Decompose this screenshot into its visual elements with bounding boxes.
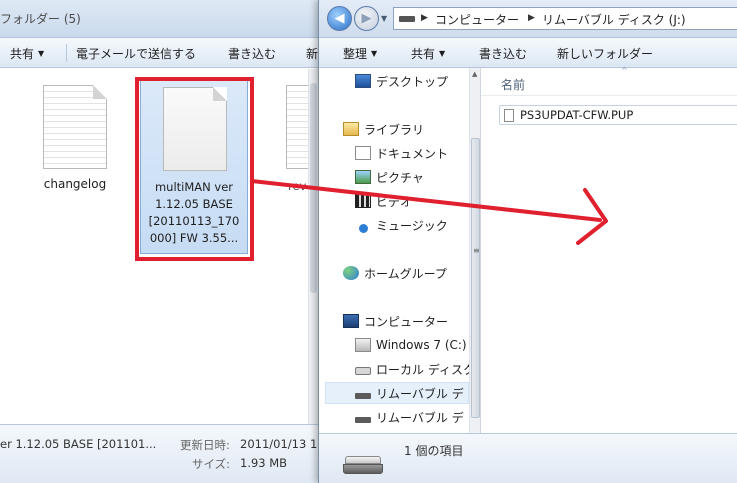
left-details-pane: er 1.12.05 BASE [201101... 更新日時: 2011/01… bbox=[0, 424, 325, 483]
size-label: サイズ: bbox=[192, 457, 231, 471]
chevron-down-icon: ▼ bbox=[439, 49, 446, 58]
removable-drive-icon bbox=[355, 416, 371, 423]
windows-drive-icon bbox=[355, 338, 371, 352]
left-command-bar: 共有 ▼ 電子メールで送信する 書き込む 新 bbox=[0, 38, 318, 68]
burn-button[interactable]: 書き込む bbox=[228, 45, 276, 62]
toolbar-divider bbox=[66, 44, 67, 62]
share-label: 共有 bbox=[411, 47, 436, 61]
nav-item-removable-1[interactable]: リムーバブル デ bbox=[325, 382, 469, 404]
breadcrumb-chevron-icon[interactable]: ▶ bbox=[528, 13, 535, 23]
size-value: 1.93 MB bbox=[240, 456, 288, 470]
file-icon bbox=[504, 108, 514, 122]
nav-item-label: Windows 7 (C:) bbox=[376, 338, 467, 352]
breadcrumb-computer[interactable]: コンピューター bbox=[435, 11, 519, 28]
nav-item-desktop[interactable]: デスクトップ bbox=[355, 70, 448, 92]
nav-item-label: リムーバブル デ bbox=[376, 386, 464, 401]
sort-ascending-icon: ^ bbox=[621, 66, 628, 75]
file-label: changelog bbox=[43, 177, 107, 191]
library-folder-icon bbox=[343, 122, 359, 136]
text-file-icon bbox=[43, 85, 107, 169]
burn-button[interactable]: 書き込む bbox=[479, 45, 527, 62]
chevron-down-icon: ▼ bbox=[371, 49, 378, 58]
nav-item-local-disk[interactable]: ローカル ディスク bbox=[355, 358, 469, 380]
modified-value: 2011/01/13 17 bbox=[240, 437, 325, 451]
chevron-down-icon: ▼ bbox=[38, 49, 45, 58]
address-box[interactable]: ▶ コンピューター ▶ リムーバブル ディスク (J:) bbox=[393, 7, 737, 30]
file-name: PS3UPDAT-CFW.PUP bbox=[520, 108, 634, 122]
share-button[interactable]: 共有 ▼ bbox=[411, 45, 445, 62]
arrow-left-icon: ◀ bbox=[334, 11, 345, 26]
new-folder-button-partial[interactable]: 新 bbox=[306, 45, 318, 62]
modified-label: 更新日時: bbox=[180, 438, 230, 452]
arrow-right-icon: ▶ bbox=[361, 11, 372, 26]
breadcrumb-chevron-icon[interactable]: ▶ bbox=[421, 13, 428, 23]
recent-pages-chevron-icon[interactable]: ▼ bbox=[381, 14, 387, 23]
status-bar: 1 個の項目 bbox=[319, 433, 737, 483]
file-row-ps3updat[interactable]: PS3UPDAT-CFW.PUP bbox=[499, 105, 737, 125]
column-header-name[interactable]: 名前 bbox=[501, 76, 525, 93]
homegroup-icon bbox=[343, 266, 359, 280]
nav-item-documents[interactable]: ドキュメント bbox=[355, 142, 448, 164]
organize-button[interactable]: 整理 ▼ bbox=[343, 45, 377, 62]
hard-drive-icon bbox=[355, 367, 371, 375]
file-list-pane[interactable]: ^ 名前 PS3UPDAT-CFW.PUP bbox=[481, 66, 737, 433]
nav-item-videos[interactable]: ビデオ bbox=[355, 190, 412, 212]
desktop-icon bbox=[355, 74, 371, 88]
computer-icon bbox=[343, 314, 359, 328]
nav-item-libraries[interactable]: ライブラリ bbox=[343, 118, 424, 140]
scroll-up-icon[interactable]: ▲ bbox=[472, 70, 477, 78]
nav-item-label: ピクチャ bbox=[376, 170, 424, 185]
red-highlight-box bbox=[135, 77, 254, 261]
documents-icon bbox=[355, 146, 371, 160]
nav-item-label: デスクトップ bbox=[376, 74, 449, 89]
breadcrumb-removable-disk[interactable]: リムーバブル ディスク (J:) bbox=[542, 11, 686, 28]
nav-item-homegroup[interactable]: ホームグループ bbox=[343, 262, 447, 284]
navigation-pane: デスクトップ ライブラリ ドキュメント ピクチャ ビデオ ミュージック ホームグ… bbox=[319, 68, 469, 433]
selected-file-name: er 1.12.05 BASE [201101... bbox=[0, 437, 157, 451]
text-file-icon bbox=[286, 85, 308, 169]
pictures-icon bbox=[355, 170, 371, 184]
nav-item-removable-2[interactable]: リムーバブル デ bbox=[355, 406, 464, 428]
nav-vertical-scrollbar[interactable]: ▲ ≡ bbox=[469, 68, 481, 433]
nav-item-label: ライブラリ bbox=[364, 122, 425, 137]
nav-item-label: コンピューター bbox=[364, 314, 449, 329]
file-partial[interactable] bbox=[286, 85, 308, 169]
item-count: 1 個の項目 bbox=[404, 444, 464, 458]
scrollbar-thumb[interactable] bbox=[471, 138, 480, 418]
back-button[interactable]: ◀ bbox=[327, 6, 352, 31]
left-window-titlebar[interactable]: フォルダー (5) bbox=[0, 0, 318, 38]
film-icon bbox=[355, 194, 371, 208]
nav-item-label: ビデオ bbox=[376, 194, 413, 209]
nav-item-music[interactable]: ミュージック bbox=[355, 214, 448, 236]
right-command-bar: 整理 ▼ 共有 ▼ 書き込む 新しいフォルダー bbox=[319, 38, 737, 68]
nav-item-label: ローカル ディスク bbox=[376, 362, 469, 377]
nav-item-drive-c[interactable]: Windows 7 (C:) bbox=[355, 334, 467, 356]
nav-item-label: ドキュメント bbox=[376, 146, 449, 161]
email-button[interactable]: 電子メールで送信する bbox=[76, 45, 196, 62]
organize-label: 整理 bbox=[343, 47, 368, 61]
removable-drive-icon bbox=[355, 392, 371, 399]
nav-item-pictures[interactable]: ピクチャ bbox=[355, 166, 424, 188]
music-note-icon bbox=[359, 223, 368, 233]
new-folder-button[interactable]: 新しいフォルダー bbox=[557, 45, 653, 62]
left-window-title: フォルダー (5) bbox=[0, 12, 81, 26]
nav-item-label: ホームグループ bbox=[364, 266, 447, 281]
forward-button[interactable]: ▶ bbox=[354, 6, 379, 31]
scrollbar-thumb[interactable] bbox=[310, 83, 317, 293]
share-label: 共有 bbox=[10, 47, 35, 61]
nav-item-computer[interactable]: コンピューター bbox=[343, 310, 448, 332]
file-label-partial: rev bbox=[288, 179, 307, 193]
nav-item-label: リムーバブル デ bbox=[376, 410, 464, 425]
removable-drive-icon bbox=[399, 16, 415, 22]
left-explorer-window: フォルダー (5) 共有 ▼ 電子メールで送信する 書き込む 新 changelo… bbox=[0, 0, 325, 483]
share-button[interactable]: 共有 ▼ bbox=[10, 45, 44, 62]
left-vertical-scrollbar[interactable] bbox=[308, 69, 318, 424]
address-bar-area: ◀ ▶ ▼ ▶ コンピューター ▶ リムーバブル ディスク (J:) bbox=[319, 0, 737, 38]
grip-icon: ≡ bbox=[473, 246, 480, 255]
column-header: ^ 名前 bbox=[481, 66, 737, 96]
right-explorer-window: ◀ ▶ ▼ ▶ コンピューター ▶ リムーバブル ディスク (J:) 整理 ▼ 共… bbox=[318, 0, 737, 483]
removable-drive-icon bbox=[343, 456, 383, 474]
nav-item-label: ミュージック bbox=[376, 218, 448, 233]
